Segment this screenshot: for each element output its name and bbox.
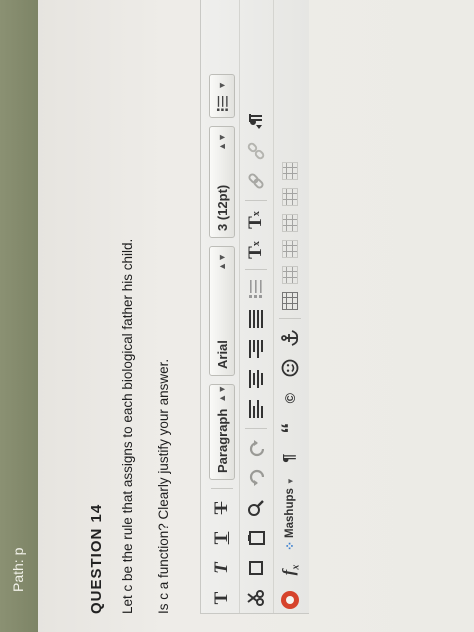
table-button[interactable] [282,292,298,311]
copyright-icon: © [282,393,298,404]
superscript-button[interactable]: Tx [243,238,269,262]
numbered-list-icon [249,280,262,298]
align-center-icon [249,370,263,388]
unlink-icon [247,142,265,160]
link-button[interactable] [243,169,269,193]
mashups-label: Mashups [284,488,296,538]
toolbar-separator [245,200,267,201]
bullet-list-icon [216,95,228,111]
toolbar-row-1: T T T T Paragraph ▲▼ Arial ▲▼ 3 (12pt) ▲… [205,0,240,613]
align-left-button[interactable] [243,397,269,421]
italic-button[interactable]: T [209,556,235,580]
toolbar-separator [279,318,301,320]
bullet-list-select[interactable]: ▼ [209,74,235,118]
align-right-icon [249,340,263,358]
table-cell-button[interactable] [282,214,298,233]
align-center-button[interactable] [243,367,269,391]
insert-function-button[interactable]: fx [277,558,303,582]
updown-arrow-icon: ▲▼ [217,384,227,403]
font-family-select[interactable]: Arial ▲▼ [209,246,235,376]
strikethrough-button[interactable]: T [209,496,235,520]
paragraph-format-value: Paragraph [214,408,230,473]
toolbar-separator [245,269,267,270]
undo-icon [249,469,264,486]
table-row-button[interactable] [282,266,298,285]
quote-icon: “ [277,422,302,434]
question-title: QUESTION 14 [88,503,105,614]
paragraph-mark-button[interactable]: ¶ [277,446,303,470]
align-justify-icon [249,310,263,328]
find-button[interactable] [243,496,269,520]
rich-text-editor-toolbar: T T T T Paragraph ▲▼ Arial ▲▼ 3 (12pt) ▲… [200,0,309,614]
emoticon-button[interactable] [277,356,303,380]
numbered-list-button[interactable] [243,277,269,301]
cut-button[interactable] [243,586,269,610]
paragraph-format-select[interactable]: Paragraph ▲▼ [209,384,235,480]
toolbar-row-3: fx ⁘ Mashups ▼ ¶ “ © [273,0,307,613]
smiley-icon [281,359,299,377]
paste-icon [248,531,265,545]
toolbar-separator [211,488,233,489]
bold-button[interactable]: T [209,586,235,610]
align-justify-button[interactable] [243,307,269,331]
table-split-button[interactable] [282,162,298,181]
anchor-button[interactable] [277,326,303,350]
cut-icon [247,590,264,606]
anchor-icon [281,330,299,347]
table-merge-button[interactable] [282,188,298,207]
undo-button[interactable] [243,466,269,490]
record-icon[interactable] [281,591,299,609]
question-text-line-2: Is c a function? Clearly justify your an… [156,358,171,614]
align-left-icon [249,400,263,418]
font-size-select[interactable]: 3 (12pt) ▲▼ [209,126,235,238]
function-icon: fx [278,564,302,576]
subscript-label: T [245,216,266,229]
mashups-menu[interactable]: ⁘ Mashups ▼ [278,477,302,551]
underline-button[interactable]: T [209,526,235,550]
toolbar-row-2: Tx Tx [239,0,274,613]
align-right-button[interactable] [243,337,269,361]
path-bar: Path: p [0,0,38,632]
updown-arrow-icon: ▲▼ [217,253,227,271]
chevron-down-icon: ▼ [285,477,295,486]
copy-button[interactable] [243,556,269,580]
screen-content: Path: p QUESTION 14 Let c be the rule th… [0,0,474,632]
chevron-down-icon: ▼ [217,81,227,90]
redo-icon [249,440,264,457]
paste-button[interactable] [243,526,269,550]
superscript-label: T [245,246,266,259]
path-label: Path: p [10,547,26,592]
copyright-button[interactable]: © [277,386,303,410]
subscript-button[interactable]: Tx [243,208,269,232]
question-text-line-1: Let c be the rule that assigns to each b… [120,238,135,614]
font-size-value: 3 (12pt) [214,184,230,231]
pilcrow-arrow-icon [249,114,262,129]
find-icon [248,500,264,516]
copy-icon [249,561,263,575]
blockquote-button[interactable]: “ [277,416,303,440]
updown-arrow-icon: ▲▼ [217,133,227,151]
link-icon [248,173,264,189]
font-family-value: Arial [214,340,230,369]
mashups-dots-icon: ⁘ [283,540,297,551]
table-col-button[interactable] [282,240,298,259]
text-direction-button[interactable] [243,109,269,133]
toolbar-separator [245,428,267,429]
redo-button[interactable] [243,436,269,460]
pilcrow-icon: ¶ [281,453,298,463]
unlink-button[interactable] [243,139,269,163]
